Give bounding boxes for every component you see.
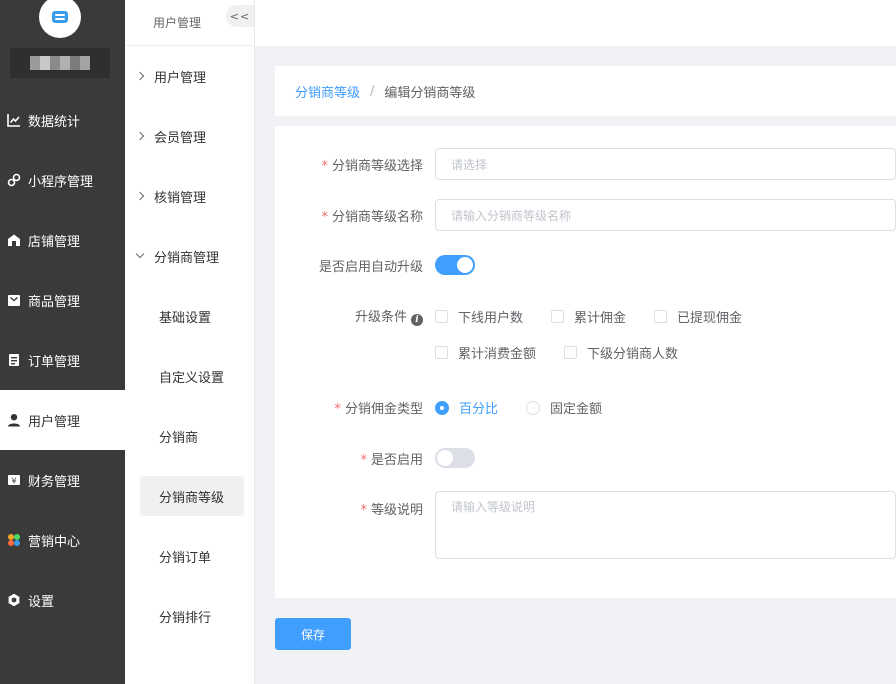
nav-item-label: 数据统计 [28, 114, 81, 130]
sub-sidebar-title: 用户管理 [153, 16, 202, 30]
chart-line-icon [7, 113, 21, 127]
nav-item-order[interactable]: 订单管理 [0, 330, 125, 390]
settings-icon [7, 593, 21, 607]
top-header [255, 0, 896, 46]
nav-item-marketing[interactable]: 营销中心 [0, 510, 125, 570]
nav-item-label: 店铺管理 [28, 234, 81, 250]
checkbox-downline-users[interactable]: 下线用户数 [435, 307, 523, 326]
sub-group-member[interactable]: 会员管理 [125, 106, 254, 166]
nav-item-label: 财务管理 [28, 474, 81, 490]
sub-item-label: 分销商等级 [159, 490, 225, 506]
form-row-level-name: * 分销商等级名称 请输入分销商等级名称 [275, 199, 896, 231]
finance-icon: ¥ [7, 473, 21, 487]
nav-item-statistics[interactable]: 数据统计 [0, 90, 125, 150]
goods-icon [7, 293, 21, 307]
nav-item-label: 小程序管理 [28, 174, 94, 190]
sub-sidebar: 用户管理 << 用户管理 会员管理 核销管理 分销商管理 基础设置 自定义设置 … [125, 0, 255, 684]
sub-group-label: 分销商管理 [154, 250, 220, 266]
collapse-button[interactable]: << [226, 5, 254, 27]
sub-item-label: 基础设置 [159, 310, 212, 326]
nav-item-label: 营销中心 [28, 534, 81, 550]
sub-item-label: 自定义设置 [159, 370, 225, 386]
sub-sidebar-header: 用户管理 << [125, 0, 254, 46]
user-icon [7, 413, 21, 427]
sub-group-label: 用户管理 [154, 70, 207, 86]
form-row-level-select: * 分销商等级选择 请选择 [275, 148, 896, 180]
nav-item-label: 商品管理 [28, 294, 81, 310]
form-label: 升级条件 i [275, 306, 435, 326]
breadcrumb-parent-link[interactable]: 分销商等级 [295, 82, 360, 101]
chevron-right-icon [137, 70, 146, 83]
sub-group-distributor[interactable]: 分销商管理 [125, 226, 254, 286]
breadcrumb-separator: / [370, 83, 375, 99]
breadcrumb: 分销商等级 / 编辑分销商等级 [275, 66, 896, 116]
sub-item-label: 分销订单 [159, 550, 212, 566]
level-select[interactable]: 请选择 [435, 148, 896, 180]
form-label: * 分销商等级名称 [321, 209, 423, 225]
svg-text:¥: ¥ [11, 477, 16, 486]
order-icon [7, 353, 21, 367]
shop-icon [7, 233, 21, 247]
nav-item-mini-program[interactable]: 小程序管理 [0, 150, 125, 210]
nav-item-label: 设置 [28, 594, 55, 610]
form-label: * 分销佣金类型 [334, 402, 423, 417]
sub-item-distribution-ranking[interactable]: 分销排行 [125, 586, 254, 646]
sub-item-custom-settings[interactable]: 自定义设置 [125, 346, 254, 406]
nav-item-goods[interactable]: 商品管理 [0, 270, 125, 330]
level-name-input[interactable]: 请输入分销商等级名称 [435, 199, 896, 231]
sub-group-verification[interactable]: 核销管理 [125, 166, 254, 226]
sub-item-basic-settings[interactable]: 基础设置 [125, 286, 254, 346]
marketing-icon [7, 533, 21, 547]
checkbox-total-spending[interactable]: 累计消费金额 [435, 343, 536, 362]
radio-percentage[interactable]: 百分比 [435, 398, 498, 417]
form-row-upgrade-conditions: 升级条件 i 下线用户数 累计佣金 已提现佣金 [275, 306, 896, 326]
save-button[interactable]: 保存 [275, 618, 351, 650]
form-row-commission-type: * 分销佣金类型 百分比 固定金额 [275, 398, 896, 417]
radio-fixed-amount[interactable]: 固定金额 [526, 398, 602, 417]
checkbox-sub-distributor-count[interactable]: 下级分销商人数 [564, 343, 678, 362]
nav-item-label: 订单管理 [28, 354, 81, 370]
auto-upgrade-switch[interactable] [435, 255, 475, 275]
sub-group-user[interactable]: 用户管理 [125, 46, 254, 106]
sub-item-distributor[interactable]: 分销商 [125, 406, 254, 466]
sub-group-label: 会员管理 [154, 130, 207, 146]
enabled-switch[interactable] [435, 448, 475, 468]
chevron-right-icon [137, 130, 146, 143]
form-label: 是否启用自动升级 [318, 259, 423, 275]
chevron-down-icon [137, 250, 146, 263]
info-icon[interactable]: i [411, 314, 423, 326]
nav-item-shop[interactable]: 店铺管理 [0, 210, 125, 270]
main-sidebar: 数据统计 小程序管理 店铺管理 商品管理 订单管理 用户管理 ¥ 财务管理 营销… [0, 0, 125, 684]
sub-group-label: 核销管理 [154, 190, 207, 206]
form-label: * 是否启用 [360, 452, 423, 468]
sub-item-label: 分销排行 [159, 610, 212, 626]
app-logo [39, 0, 81, 38]
mini-program-icon [7, 173, 21, 187]
username-blurred [10, 48, 110, 78]
sub-item-distribution-orders[interactable]: 分销订单 [125, 526, 254, 586]
main-nav: 数据统计 小程序管理 店铺管理 商品管理 订单管理 用户管理 ¥ 财务管理 营销… [0, 90, 125, 630]
form-row-enabled: * 是否启用 [275, 448, 896, 468]
description-textarea[interactable]: 请输入等级说明 [435, 491, 896, 559]
sub-item-label: 分销商 [159, 430, 199, 446]
checkbox-total-commission[interactable]: 累计佣金 [551, 307, 626, 326]
form-label: * 分销商等级选择 [321, 158, 423, 174]
nav-item-finance[interactable]: ¥ 财务管理 [0, 450, 125, 510]
form-row-upgrade-conditions-2: 累计消费金额 下级分销商人数 [275, 343, 896, 362]
chevron-right-icon [137, 190, 146, 203]
edit-level-form: * 分销商等级选择 请选择 * 分销商等级名称 请输入分销商等级名称 是否启用自动升… [275, 126, 896, 598]
logo-icon [52, 11, 68, 23]
form-label: * 等级说明 [360, 503, 423, 518]
checkbox-withdrawn-commission[interactable]: 已提现佣金 [654, 307, 742, 326]
breadcrumb-current: 编辑分销商等级 [384, 85, 476, 101]
sub-item-distributor-level[interactable]: 分销商等级 [125, 466, 254, 526]
form-row-description: * 等级说明 请输入等级说明 [275, 491, 896, 559]
nav-item-user[interactable]: 用户管理 [0, 390, 125, 450]
nav-item-label: 用户管理 [28, 414, 81, 430]
nav-item-settings[interactable]: 设置 [0, 570, 125, 630]
form-row-auto-upgrade: 是否启用自动升级 [275, 255, 896, 275]
